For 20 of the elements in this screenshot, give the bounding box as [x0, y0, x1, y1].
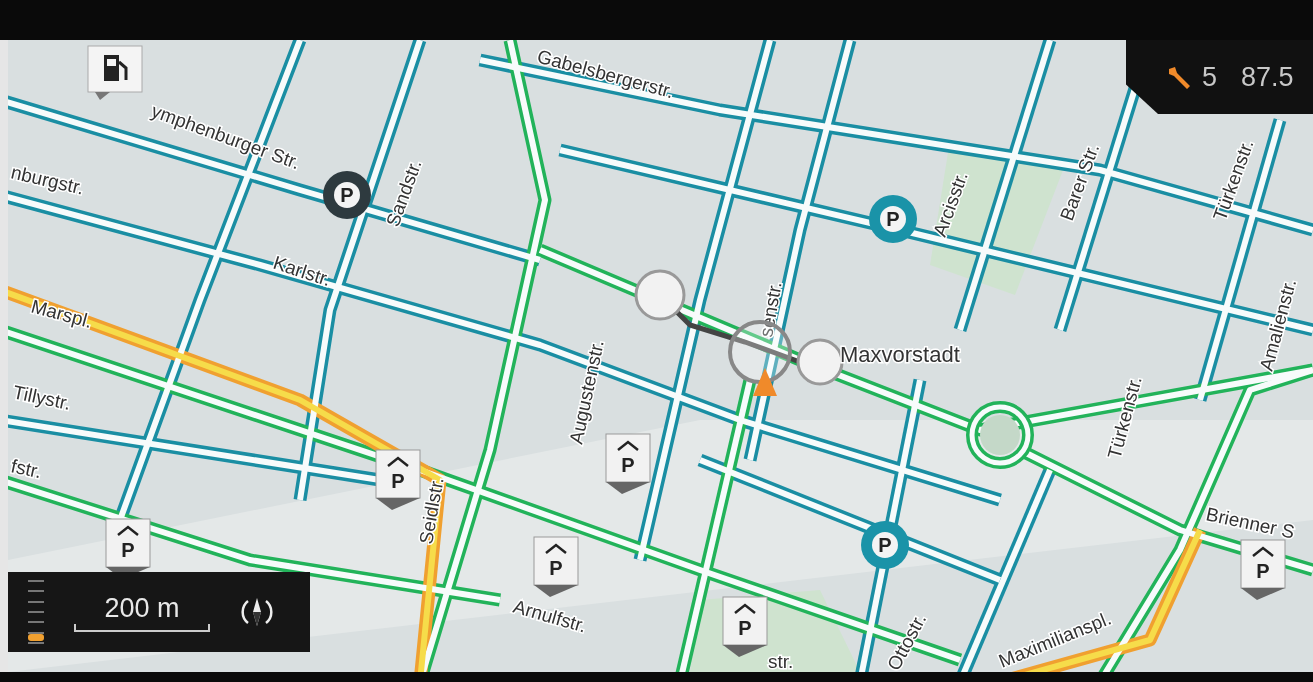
street-label: Arnulfstr. — [510, 595, 589, 637]
street-label: str. — [768, 651, 794, 672]
fuel-station-icon[interactable] — [87, 45, 143, 100]
waypoint-marker[interactable] — [634, 269, 686, 321]
street-label: nburgstr. — [9, 161, 86, 199]
zoom-slider[interactable] — [28, 580, 44, 644]
street-label: Tillystr. — [11, 381, 73, 415]
street-label: Barer Str. — [1056, 140, 1104, 224]
district-label: Maxvorstadt — [840, 342, 960, 367]
car-position-icon — [753, 368, 777, 396]
street-label: Karlstr. — [270, 251, 334, 291]
parking-marker[interactable]: P — [323, 171, 371, 219]
parking-marker[interactable]: P — [869, 195, 917, 243]
street-label: Marspl. — [28, 295, 95, 332]
wrench-icon — [1166, 64, 1192, 90]
street-label: fstr. — [9, 455, 44, 483]
scale-distance: 200 m — [103, 592, 181, 624]
service-count: 5 — [1202, 61, 1218, 93]
radio-frequency: 87.5 — [1241, 61, 1294, 93]
parking-marker[interactable]: P — [861, 521, 909, 569]
